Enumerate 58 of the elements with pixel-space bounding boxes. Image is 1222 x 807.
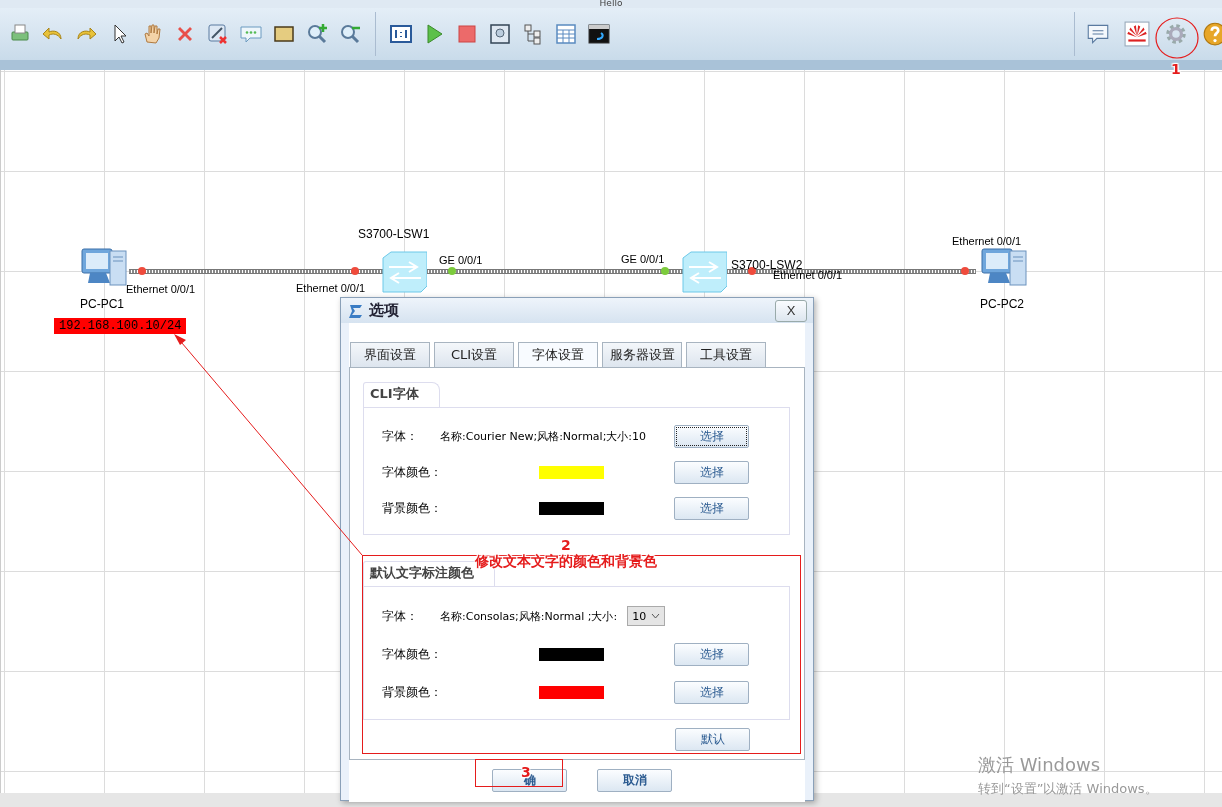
default-button[interactable]: 默认 bbox=[675, 728, 750, 752]
choose-button[interactable]: 选择 bbox=[674, 496, 749, 520]
tab[interactable]: 工具设置 bbox=[686, 342, 766, 368]
field-label: 字体： bbox=[382, 427, 419, 445]
activation-notice: 激活 Windows bbox=[978, 753, 1101, 777]
screen-icon[interactable] bbox=[488, 22, 512, 46]
flower-logo-icon[interactable] bbox=[1124, 21, 1150, 47]
field-label: 字体颜色： bbox=[382, 645, 440, 663]
tab[interactable]: 字体设置 bbox=[518, 342, 598, 368]
computer-icon[interactable] bbox=[81, 248, 127, 286]
field-label: 字体颜色： bbox=[382, 463, 440, 481]
chevron-icon bbox=[651, 613, 661, 620]
choose-button[interactable]: 选择 bbox=[674, 424, 749, 448]
tab[interactable]: CLI设置 bbox=[434, 342, 514, 368]
settings-icon[interactable] bbox=[1163, 21, 1189, 47]
port-label: GE 0/0/1 bbox=[439, 254, 483, 266]
tab[interactable]: 服务器设置 bbox=[602, 342, 682, 368]
actual-size-icon[interactable] bbox=[389, 22, 413, 46]
device-label: S3700-LSW2 bbox=[731, 258, 803, 272]
zoom-in-icon[interactable] bbox=[305, 22, 329, 46]
grid-icon[interactable] bbox=[554, 22, 578, 46]
dialog-title: 选项 bbox=[369, 301, 400, 321]
text-note: 192.168.100.10/24 bbox=[54, 318, 187, 334]
port-label: Ethernet 0/0/1 bbox=[952, 235, 1022, 247]
choose-button[interactable]: 选择 bbox=[674, 642, 749, 666]
cancel-button[interactable]: 取消 bbox=[597, 768, 672, 792]
port-label: Ethernet 0/0/1 bbox=[296, 282, 366, 294]
step-note: 修改文本文字的颜色和背景色 bbox=[475, 553, 657, 571]
tab[interactable]: 界面设置 bbox=[350, 342, 430, 368]
window-title: Hello bbox=[599, 0, 623, 8]
step-number: 1 bbox=[1171, 61, 1181, 77]
port-label: Ethernet 0/0/1 bbox=[126, 283, 196, 295]
field-label: 背景颜色： bbox=[382, 499, 440, 517]
choose-button[interactable]: 选择 bbox=[674, 460, 749, 484]
help-icon[interactable] bbox=[1202, 21, 1222, 47]
field-label: 字体： bbox=[382, 607, 419, 625]
switch-icon[interactable] bbox=[382, 251, 427, 293]
group-title: CLI字体 bbox=[363, 382, 440, 408]
computer-icon[interactable] bbox=[981, 248, 1027, 286]
delete-link-icon[interactable] bbox=[206, 22, 230, 46]
highlight-circle bbox=[1154, 16, 1200, 60]
port-label: GE 0/0/1 bbox=[621, 253, 665, 265]
close-button[interactable]: X bbox=[775, 299, 807, 322]
device-label: PC-PC1 bbox=[80, 297, 124, 311]
activation-hint: 转到“设置”以激活 Windows。 bbox=[978, 780, 1158, 798]
port-label: Ethernet 0/0/1 bbox=[773, 269, 843, 281]
size-dropdown[interactable]: 10 bbox=[627, 606, 666, 627]
font-description: 名称:Courier New;风格:Normal;大小:10 bbox=[440, 428, 647, 444]
field-label: 背景颜色： bbox=[382, 683, 440, 701]
device-label: S3700-LSW1 bbox=[358, 227, 430, 241]
device-label: PC-PC2 bbox=[980, 297, 1024, 311]
zoom-out-icon[interactable] bbox=[338, 22, 362, 46]
terminal-icon[interactable] bbox=[587, 22, 611, 46]
step-number: 2 bbox=[561, 537, 571, 553]
stop-icon[interactable] bbox=[455, 22, 479, 46]
switch-icon[interactable] bbox=[682, 251, 727, 293]
font-description: 名称:Consolas;风格:Normal ;大小: bbox=[440, 608, 618, 624]
choose-button[interactable]: 选择 bbox=[674, 680, 749, 704]
